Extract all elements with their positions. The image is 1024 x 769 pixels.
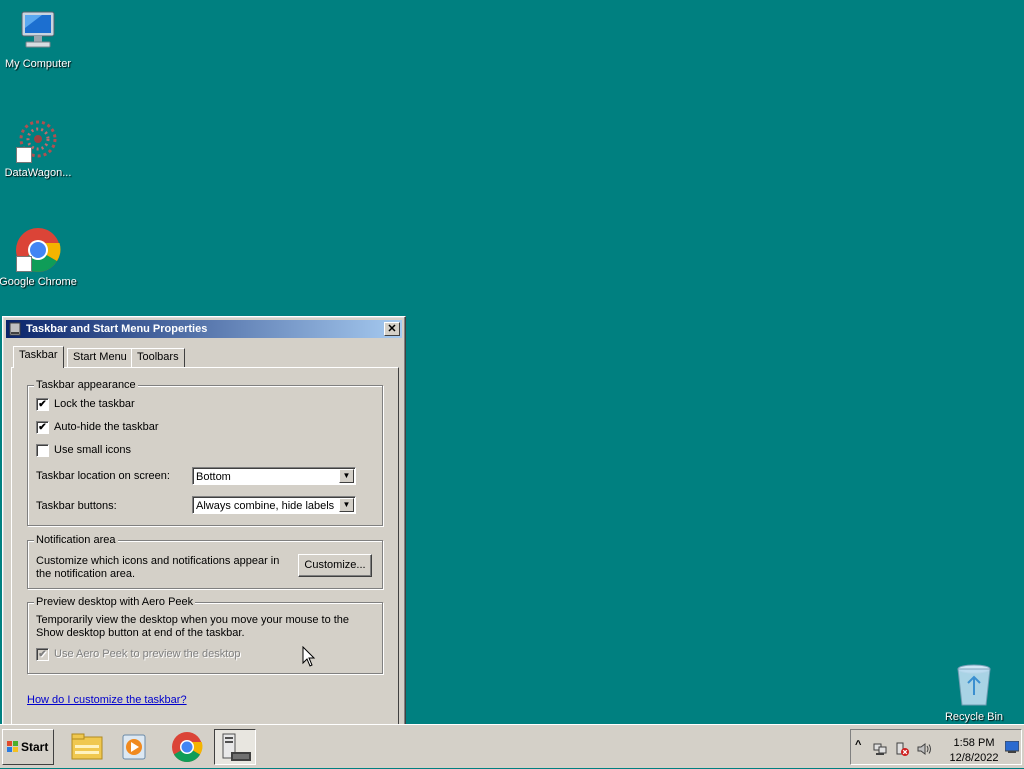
system-clock[interactable]: 1:58 PM 12/8/2022 — [947, 736, 1001, 766]
help-link[interactable]: How do I customize the taskbar? — [27, 694, 187, 706]
checkbox-box[interactable] — [36, 444, 49, 457]
location-select[interactable]: Bottom ▼ — [192, 467, 356, 485]
taskbar-chrome-button[interactable] — [166, 729, 208, 765]
shortcut-arrow-icon — [16, 256, 32, 272]
clock-time: 1:58 PM — [953, 737, 995, 749]
taskbar-buttons-select[interactable]: Always combine, hide labels ▼ — [192, 496, 356, 514]
checkbox-box[interactable]: ✔ — [36, 421, 49, 434]
notification-tray: ^ 1:58 PM 12/8/2022 — [850, 729, 1022, 765]
media-player-icon — [122, 734, 146, 760]
taskbar-file-explorer-button[interactable] — [66, 729, 108, 765]
show-desktop-icon[interactable] — [1004, 740, 1020, 756]
group-legend: Taskbar appearance — [34, 379, 138, 391]
network-icon[interactable] — [873, 742, 887, 756]
customize-button[interactable]: Customize... — [298, 554, 372, 577]
server-manager-icon — [222, 733, 251, 761]
group-legend: Preview desktop with Aero Peek — [34, 596, 196, 608]
select-value: Bottom — [196, 471, 231, 483]
chrome-icon — [14, 226, 62, 274]
desktop-icon-my-computer[interactable]: My Computer — [0, 8, 78, 70]
show-hidden-icons-chevron-icon[interactable]: ^ — [855, 739, 861, 751]
close-button[interactable]: ✕ — [384, 322, 400, 336]
checkbox-label: Lock the taskbar — [54, 398, 135, 410]
checkbox-label: Use small icons — [54, 444, 132, 456]
checkbox-box[interactable]: ✔ — [36, 398, 49, 411]
taskbar-properties-dialog: Taskbar and Start Menu Properties ✕ Task… — [2, 316, 406, 728]
aero-description: Temporarily view the desktop when you mo… — [36, 614, 350, 639]
checkbox-box: ✔ — [36, 648, 49, 661]
computer-icon — [14, 8, 62, 56]
chrome-icon — [172, 732, 203, 763]
desktop-icon-datawagon[interactable]: DataWagon... — [0, 117, 78, 179]
clock-date: 12/8/2022 — [949, 752, 999, 764]
notification-description: Customize which icons and notifications … — [36, 555, 280, 580]
group-legend: Notification area — [34, 534, 118, 546]
select-value: Always combine, hide labels — [196, 500, 335, 512]
start-button[interactable]: Start — [2, 729, 54, 765]
file-explorer-icon — [71, 733, 103, 760]
shortcut-arrow-icon — [16, 147, 32, 163]
group-taskbar-appearance: Taskbar appearance ✔ Lock the taskbar ✔ … — [27, 379, 383, 526]
windows-flag-icon — [7, 732, 19, 752]
datawagon-icon — [14, 117, 62, 165]
desktop-icon-label: Google Chrome — [0, 276, 77, 288]
group-aero-peek: Preview desktop with Aero Peek Temporari… — [27, 596, 383, 674]
tab-taskbar[interactable]: Taskbar — [13, 346, 64, 368]
desktop-icon-label: Recycle Bin — [944, 711, 1004, 723]
desktop-icon-recycle-bin[interactable]: Recycle Bin — [934, 661, 1014, 723]
chevron-down-icon[interactable]: ▼ — [339, 469, 354, 483]
desktop-icon-label: DataWagon... — [4, 167, 72, 179]
mouse-cursor-icon — [302, 645, 316, 671]
window-icon — [8, 322, 22, 336]
taskbar-server-manager-button[interactable] — [214, 729, 256, 765]
tab-panel-taskbar: Taskbar appearance ✔ Lock the taskbar ✔ … — [11, 367, 399, 728]
chevron-down-icon[interactable]: ▼ — [339, 498, 354, 512]
group-notification-area: Notification area Customize which icons … — [27, 534, 383, 589]
taskbar-media-player-button[interactable] — [114, 729, 156, 765]
tab-start-menu[interactable]: Start Menu — [67, 348, 133, 367]
checkbox-label: Use Aero Peek to preview the desktop — [54, 648, 241, 660]
location-label: Taskbar location on screen: — [36, 470, 170, 482]
recycle-bin-icon — [950, 661, 998, 709]
dialog-title: Taskbar and Start Menu Properties — [26, 323, 208, 335]
tab-toolbars[interactable]: Toolbars — [131, 348, 185, 367]
checkbox-label: Auto-hide the taskbar — [54, 421, 159, 433]
buttons-label: Taskbar buttons: — [36, 500, 117, 512]
taskbar: Start ^ 1:58 PM 12/8/2022 — [0, 724, 1024, 768]
volume-icon[interactable] — [917, 742, 931, 756]
start-label: Start — [21, 740, 49, 754]
desktop-icon-label: My Computer — [4, 58, 72, 70]
dialog-titlebar[interactable]: Taskbar and Start Menu Properties ✕ — [6, 320, 402, 338]
action-center-icon[interactable] — [895, 742, 909, 756]
desktop-icon-google-chrome[interactable]: Google Chrome — [0, 226, 78, 288]
